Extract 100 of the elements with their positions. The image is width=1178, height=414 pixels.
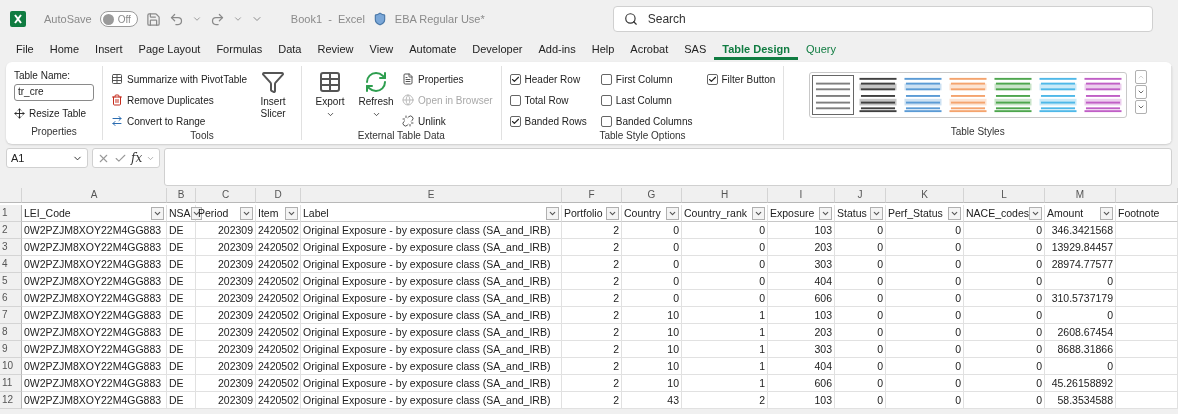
table-cell: DE — [167, 392, 196, 409]
column-header[interactable]: D — [256, 188, 301, 203]
group-caption: Table Style Options — [598, 130, 687, 143]
row-number[interactable]: 10 — [0, 358, 22, 375]
column-header[interactable]: K — [886, 188, 964, 203]
row-number[interactable]: 12 — [0, 392, 22, 409]
ribbon-tab[interactable]: Query — [797, 38, 844, 60]
insert-slicer-button[interactable]: Insert Slicer — [253, 70, 294, 130]
table-cell: 0 — [622, 239, 682, 256]
ribbon-tab[interactable]: SAS — [676, 38, 715, 60]
ribbon-tab[interactable]: Formulas — [208, 38, 271, 60]
table-name-field[interactable]: tr_cre — [14, 84, 94, 101]
row-number[interactable]: 9 — [0, 341, 22, 358]
table-cell: DE — [167, 239, 196, 256]
column-header[interactable]: B — [167, 188, 196, 203]
header-label: Portfolio — [564, 207, 603, 219]
column-header[interactable]: A — [22, 188, 167, 203]
ribbon-tab[interactable]: Review — [309, 38, 362, 60]
ribbon-button[interactable]: Unlink — [402, 112, 493, 130]
row-number[interactable]: 2 — [0, 222, 22, 239]
ribbon-button[interactable]: Remove Duplicates — [111, 91, 248, 109]
table-cell: 202309 — [196, 341, 256, 358]
ribbon-tab[interactable]: Automate — [401, 38, 465, 60]
table-cell: 0W2PZJM8XOY22M4GG883 — [22, 273, 167, 290]
function-label[interactable]: fx — [131, 151, 143, 165]
ribbon-button[interactable]: Summarize with PivotTable — [111, 70, 248, 88]
table-cell: Original Exposure - by exposure class (SA_and_IRB) — [301, 239, 562, 256]
column-header[interactable]: G — [622, 188, 682, 203]
option-checkbox[interactable]: Header Row — [509, 70, 587, 88]
table-cell: 0 — [622, 290, 682, 307]
table-cell: 0 — [622, 222, 682, 239]
ribbon-button[interactable]: Properties — [402, 70, 493, 88]
table-cell: 0 — [964, 341, 1045, 358]
option-checkbox[interactable]: Filter Button — [706, 70, 776, 88]
ribbon-tab[interactable]: Page Layout — [130, 38, 209, 60]
row-number[interactable]: 6 — [0, 290, 22, 307]
option-checkbox[interactable]: Total Row — [509, 91, 587, 109]
column-header[interactable]: J — [835, 188, 886, 203]
row-number[interactable]: 8 — [0, 324, 22, 341]
table-cell: 0W2PZJM8XOY22M4GG883 — [22, 290, 167, 307]
table-cell: 0 — [964, 392, 1045, 409]
table-cell: DE — [167, 290, 196, 307]
table-cell: 0 — [964, 239, 1045, 256]
row-number[interactable]: 4 — [0, 256, 22, 273]
row-number[interactable]: 7 — [0, 307, 22, 324]
row-number[interactable]: 5 — [0, 273, 22, 290]
option-checkbox[interactable]: Banded Rows — [509, 112, 587, 130]
column-header[interactable]: H — [682, 188, 768, 203]
ribbon-button[interactable]: Convert to Range — [111, 112, 248, 130]
table-cell: 2 — [562, 307, 622, 324]
ribbon-tab[interactable]: Acrobat — [622, 38, 677, 60]
table-cell: 2420502 — [256, 256, 301, 273]
table-cell: 0 — [835, 375, 886, 392]
table-cell: 0 — [622, 273, 682, 290]
table-cell: Original Exposure - by exposure class (SA_and_IRB) — [301, 222, 562, 239]
header-label: Footnote — [1118, 207, 1160, 219]
row-number[interactable]: 3 — [0, 239, 22, 256]
ribbon-tab[interactable]: Add-ins — [530, 38, 584, 60]
table-cell: 13929.84457 — [1045, 239, 1116, 256]
table-cell: 0 — [886, 273, 964, 290]
autosave-toggle[interactable]: Off — [99, 11, 138, 27]
ribbon-tab[interactable]: View — [361, 38, 402, 60]
column-header[interactable]: C — [196, 188, 256, 203]
table-name-label: Table Name: — [14, 70, 72, 81]
option-checkbox[interactable]: First Column — [600, 70, 693, 88]
search-field[interactable]: Search — [612, 6, 1153, 32]
table-cell: 2420502 — [256, 222, 301, 239]
table-cell: 2 — [562, 222, 622, 239]
table-cell: 2 — [562, 375, 622, 392]
row-number[interactable]: 11 — [0, 375, 22, 392]
header-label: Amount — [1047, 207, 1084, 219]
option-checkbox[interactable]: Last Column — [600, 91, 693, 109]
table-cell: Original Exposure - by exposure class (SA_and_IRB) — [301, 392, 562, 409]
table-cell: 2420502 — [256, 375, 301, 392]
option-checkbox[interactable]: Banded Columns — [600, 112, 693, 130]
header-label: Country_rank — [684, 207, 748, 219]
ribbon-tab[interactable]: Home — [41, 38, 88, 60]
ribbon-tab[interactable]: Data — [270, 38, 310, 60]
table-cell: 606 — [768, 290, 835, 307]
ribbon-tab[interactable]: Help — [583, 38, 623, 60]
table-cell: 10 — [622, 341, 682, 358]
column-header[interactable]: L — [964, 188, 1045, 203]
table-cell: 0 — [886, 239, 964, 256]
row-number[interactable]: 1 — [0, 205, 22, 222]
table-cell: 0 — [886, 290, 964, 307]
ribbon-tab[interactable]: Developer — [464, 38, 531, 60]
ribbon-tab[interactable]: File — [8, 38, 42, 60]
header-label: Country — [624, 207, 661, 219]
ribbon-tab[interactable]: Insert — [87, 38, 131, 60]
name-box[interactable]: A1 — [6, 148, 88, 168]
refresh-button[interactable]: Refresh — [356, 70, 397, 130]
column-header[interactable]: E — [301, 188, 562, 203]
table-cell: 0 — [964, 256, 1045, 273]
export-button[interactable]: Export — [310, 70, 351, 130]
table-cell: 0 — [835, 358, 886, 375]
column-header[interactable]: I — [768, 188, 835, 203]
table-cell: 202309 — [196, 358, 256, 375]
resize-table-button[interactable]: Resize Table — [14, 104, 94, 122]
column-header[interactable]: F — [562, 188, 622, 203]
column-header[interactable]: M — [1045, 188, 1116, 203]
